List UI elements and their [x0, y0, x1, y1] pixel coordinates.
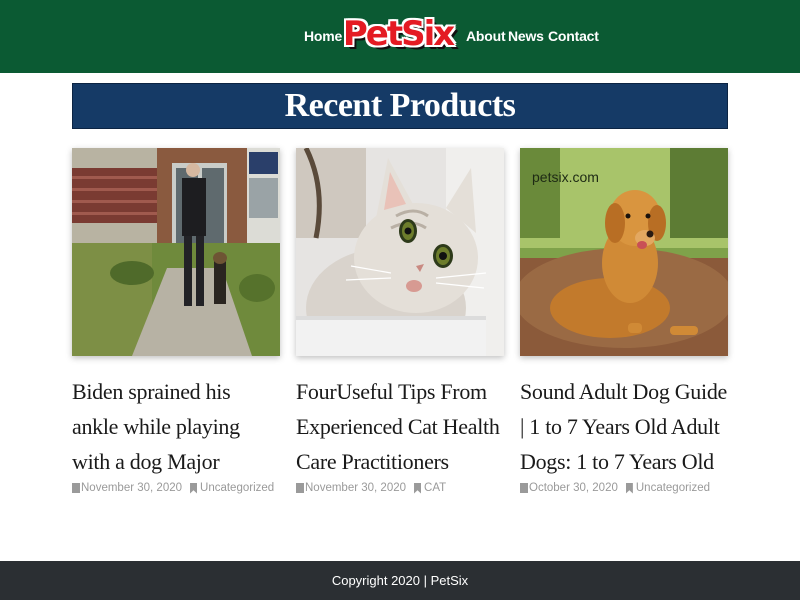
site-footer: Copyright 2020 | PetSix [0, 561, 800, 600]
section-heading-banner: Recent Products [72, 83, 728, 129]
bookmark-icon [190, 482, 198, 494]
post-card: petsix.com Sound Adult Dog Guide | 1 to … [520, 148, 728, 494]
post-title-link[interactable]: Biden sprained his ankle while playing w… [72, 374, 280, 479]
post-date-link[interactable]: November 30, 2020 [81, 482, 182, 494]
post-title-link[interactable]: Sound Adult Dog Guide | 1 to 7 Years Old… [520, 374, 728, 479]
nav-home-link[interactable]: Home [304, 28, 342, 44]
post-date-link[interactable]: October 30, 2020 [529, 482, 618, 494]
golden-retriever-image: petsix.com [520, 148, 728, 356]
calendar-icon [296, 483, 304, 493]
nav-contact-link[interactable]: Contact [548, 28, 599, 44]
nav-news-link[interactable]: News [508, 28, 544, 44]
post-date-link[interactable]: November 30, 2020 [305, 482, 406, 494]
post-card: FourUseful Tips From Experienced Cat Hea… [296, 148, 504, 494]
site-logo[interactable]: PetSix [342, 6, 455, 62]
post-title-link[interactable]: FourUseful Tips From Experienced Cat Hea… [296, 374, 504, 479]
biden-dog-image [72, 148, 280, 356]
post-category-link[interactable]: Uncategorized [200, 482, 274, 494]
post-thumbnail[interactable]: petsix.com [520, 148, 728, 356]
post-card: Biden sprained his ankle while playing w… [72, 148, 280, 494]
nav-about-link[interactable]: About [466, 28, 506, 44]
post-thumbnail[interactable] [72, 148, 280, 356]
bookmark-icon [625, 482, 633, 494]
post-meta: November 30, 2020 CAT [296, 482, 504, 494]
site-header: Home PetSix About News Contact [0, 0, 800, 73]
bookmark-icon [414, 482, 422, 494]
section-title: Recent Products [284, 87, 516, 124]
calendar-icon [72, 483, 80, 493]
post-thumbnail[interactable] [296, 148, 504, 356]
post-meta: November 30, 2020 Uncategorized [72, 482, 280, 494]
calendar-icon [520, 483, 528, 493]
main-nav: Home PetSix About News Contact [0, 0, 800, 73]
cat-image [296, 148, 504, 356]
footer-copyright: Copyright 2020 | PetSix [331, 573, 469, 588]
post-category-link[interactable]: Uncategorized [636, 482, 710, 494]
post-meta: October 30, 2020 Uncategorized [520, 482, 728, 494]
post-category-link[interactable]: CAT [424, 482, 446, 494]
logo-text: PetSix [342, 14, 455, 54]
image-watermark: petsix.com [532, 169, 599, 185]
